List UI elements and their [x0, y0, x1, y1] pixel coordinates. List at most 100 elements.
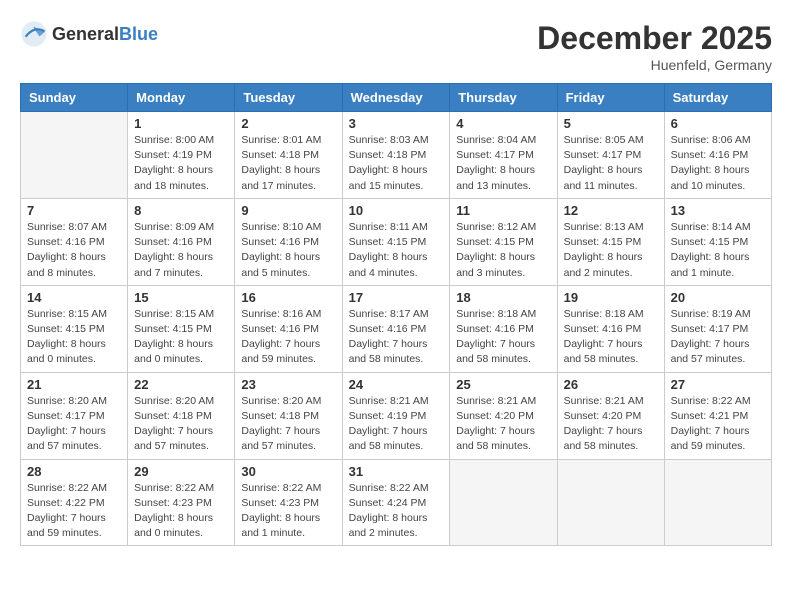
calendar-cell: 26Sunrise: 8:21 AMSunset: 4:20 PMDayligh…: [557, 372, 664, 459]
sunrise: Sunrise: 8:22 AM: [241, 482, 321, 494]
col-header-thursday: Thursday: [450, 84, 557, 112]
logo-text: GeneralBlue: [52, 24, 158, 45]
sunrise: Sunrise: 8:09 AM: [134, 221, 214, 233]
sunset: Sunset: 4:16 PM: [456, 323, 534, 335]
sunset: Sunset: 4:15 PM: [134, 323, 212, 335]
daylight-hours: Daylight: 7 hours and 58 minutes.: [456, 338, 535, 365]
calendar-cell: 13Sunrise: 8:14 AMSunset: 4:15 PMDayligh…: [664, 198, 771, 285]
sunrise: Sunrise: 8:10 AM: [241, 221, 321, 233]
sunset: Sunset: 4:18 PM: [349, 149, 427, 161]
day-info: Sunrise: 8:18 AMSunset: 4:16 PMDaylight:…: [564, 307, 658, 368]
day-info: Sunrise: 8:22 AMSunset: 4:22 PMDaylight:…: [27, 481, 121, 542]
logo-blue: Blue: [119, 24, 158, 44]
sunset: Sunset: 4:16 PM: [241, 236, 319, 248]
col-header-friday: Friday: [557, 84, 664, 112]
sunset: Sunset: 4:15 PM: [671, 236, 749, 248]
calendar-week-row: 21Sunrise: 8:20 AMSunset: 4:17 PMDayligh…: [21, 372, 772, 459]
day-info: Sunrise: 8:21 AMSunset: 4:20 PMDaylight:…: [564, 394, 658, 455]
sunset: Sunset: 4:24 PM: [349, 497, 427, 509]
day-number: 27: [671, 377, 765, 392]
sunset: Sunset: 4:18 PM: [241, 410, 319, 422]
day-number: 17: [349, 290, 444, 305]
day-number: 22: [134, 377, 228, 392]
calendar-cell: 24Sunrise: 8:21 AMSunset: 4:19 PMDayligh…: [342, 372, 450, 459]
day-number: 29: [134, 464, 228, 479]
day-info: Sunrise: 8:17 AMSunset: 4:16 PMDaylight:…: [349, 307, 444, 368]
calendar-cell: 1Sunrise: 8:00 AMSunset: 4:19 PMDaylight…: [128, 112, 235, 199]
day-number: 3: [349, 116, 444, 131]
sunrise: Sunrise: 8:20 AM: [134, 395, 214, 407]
daylight-hours: Daylight: 8 hours and 3 minutes.: [456, 251, 535, 278]
day-number: 13: [671, 203, 765, 218]
sunrise: Sunrise: 8:22 AM: [27, 482, 107, 494]
sunset: Sunset: 4:17 PM: [671, 323, 749, 335]
day-number: 11: [456, 203, 550, 218]
day-number: 12: [564, 203, 658, 218]
day-info: Sunrise: 8:21 AMSunset: 4:19 PMDaylight:…: [349, 394, 444, 455]
daylight-hours: Daylight: 8 hours and 10 minutes.: [671, 164, 750, 191]
daylight-hours: Daylight: 8 hours and 5 minutes.: [241, 251, 320, 278]
calendar-cell: 3Sunrise: 8:03 AMSunset: 4:18 PMDaylight…: [342, 112, 450, 199]
calendar-cell: 23 Sunrise: 8:20 AMSunset: 4:18 PMDayligh…: [235, 372, 342, 459]
day-info: Sunrise: 8:07 AMSunset: 4:16 PMDaylight:…: [27, 220, 121, 281]
day-number: 23: [241, 377, 335, 392]
daylight-hours: Daylight: 8 hours and 0 minutes.: [134, 338, 213, 365]
daylight-hours: Daylight: 7 hours and 58 minutes.: [564, 425, 643, 452]
month-title: December 2025: [537, 20, 772, 57]
day-info: Sunrise: 8:22 AMSunset: 4:21 PMDaylight:…: [671, 394, 765, 455]
day-info: Sunrise: 8:09 AM Sunset: 4:16 PM Daylight:…: [134, 220, 228, 281]
calendar-cell: 25Sunrise: 8:21 AMSunset: 4:20 PMDayligh…: [450, 372, 557, 459]
sunrise: Sunrise: 8:22 AM: [671, 395, 751, 407]
sunset: Sunset: 4:16 PM: [134, 236, 212, 248]
sunrise: Sunrise: 8:18 AM: [564, 308, 644, 320]
day-number: 28: [27, 464, 121, 479]
daylight-hours: Daylight: 8 hours and 17 minutes.: [241, 164, 320, 191]
col-header-monday: Monday: [128, 84, 235, 112]
day-info: Sunrise: 8:06 AMSunset: 4:16 PMDaylight:…: [671, 133, 765, 194]
day-info: Sunrise: 8:00 AMSunset: 4:19 PMDaylight:…: [134, 133, 228, 194]
day-info: Sunrise: 8:05 AMSunset: 4:17 PMDaylight:…: [564, 133, 658, 194]
calendar-cell: 14Sunrise: 8:15 AMSunset: 4:15 PMDayligh…: [21, 285, 128, 372]
daylight-hours: Daylight: 7 hours and 58 minutes.: [349, 338, 428, 365]
calendar-cell: 8Sunrise: 8:09 AMSunset: 4:16 PMDaylight…: [128, 198, 235, 285]
calendar-cell: [450, 459, 557, 546]
daylight-hours: Daylight: 8 hours and 15 minutes.: [349, 164, 428, 191]
logo-icon: [20, 20, 48, 48]
calendar-cell: [557, 459, 664, 546]
day-info: Sunrise: 8:04 AMSunset: 4:17 PMDaylight:…: [456, 133, 550, 194]
sunrise: Sunrise: 8:19 AM: [671, 308, 751, 320]
day-number: 19: [564, 290, 658, 305]
sunrise: Sunrise: 8:04 AM: [456, 134, 536, 146]
calendar-cell: 16Sunrise: 8:16 AMSunset: 4:16 PMDayligh…: [235, 285, 342, 372]
sunrise: Sunrise: 8:06 AM: [671, 134, 751, 146]
sunrise: Sunrise: 8:22 AM: [134, 482, 214, 494]
day-number: 4: [456, 116, 550, 131]
daylight-hours: Daylight: 8 hours and 7 minutes.: [134, 251, 213, 278]
logo: GeneralBlue: [20, 20, 158, 48]
sunrise: Sunrise: 8:05 AM: [564, 134, 644, 146]
col-header-sunday: Sunday: [21, 84, 128, 112]
daylight-hours: Daylight: 8 hours and 2 minutes.: [564, 251, 643, 278]
day-info: Sunrise: 8:10 AM Sunset: 4:16 PM Daylight:…: [241, 220, 335, 281]
day-info: Sunrise: 8:15 AMSunset: 4:15 PMDaylight:…: [27, 307, 121, 368]
day-number: 9: [241, 203, 335, 218]
daylight-hours: Daylight: 7 hours and 57 minutes.: [134, 425, 213, 452]
sunrise: Sunrise: 8:00 AM: [134, 134, 214, 146]
day-number: 7: [27, 203, 121, 218]
sunrise: Sunrise: 8:15 AM: [134, 308, 214, 320]
sunrise: Sunrise: 8:13 AM: [564, 221, 644, 233]
sunset: Sunset: 4:20 PM: [456, 410, 534, 422]
calendar-cell: 2Sunrise: 8:01 AMSunset: 4:18 PMDaylight…: [235, 112, 342, 199]
day-number: 20: [671, 290, 765, 305]
day-info: Sunrise: 8:20 AM Sunset: 4:18 PM Daylight:…: [134, 394, 228, 455]
sunset: Sunset: 4:18 PM: [134, 410, 212, 422]
daylight-hours: Daylight: 8 hours and 2 minutes.: [349, 512, 428, 539]
day-info: Sunrise: 8:20 AMSunset: 4:18 PMDaylight:…: [241, 394, 335, 455]
calendar-header-row: SundayMondayTuesdayWednesdayThursdayFrid…: [21, 84, 772, 112]
sunset: Sunset: 4:23 PM: [241, 497, 319, 509]
sunrise: Sunrise: 8:11 AM: [349, 221, 428, 233]
calendar-cell: 5Sunrise: 8:05 AMSunset: 4:17 PMDaylight…: [557, 112, 664, 199]
daylight-hours: Daylight: 7 hours and 57 minutes.: [671, 338, 750, 365]
sunset: Sunset: 4:16 PM: [27, 236, 105, 248]
day-info: Sunrise: 8:21 AMSunset: 4:20 PMDaylight:…: [456, 394, 550, 455]
